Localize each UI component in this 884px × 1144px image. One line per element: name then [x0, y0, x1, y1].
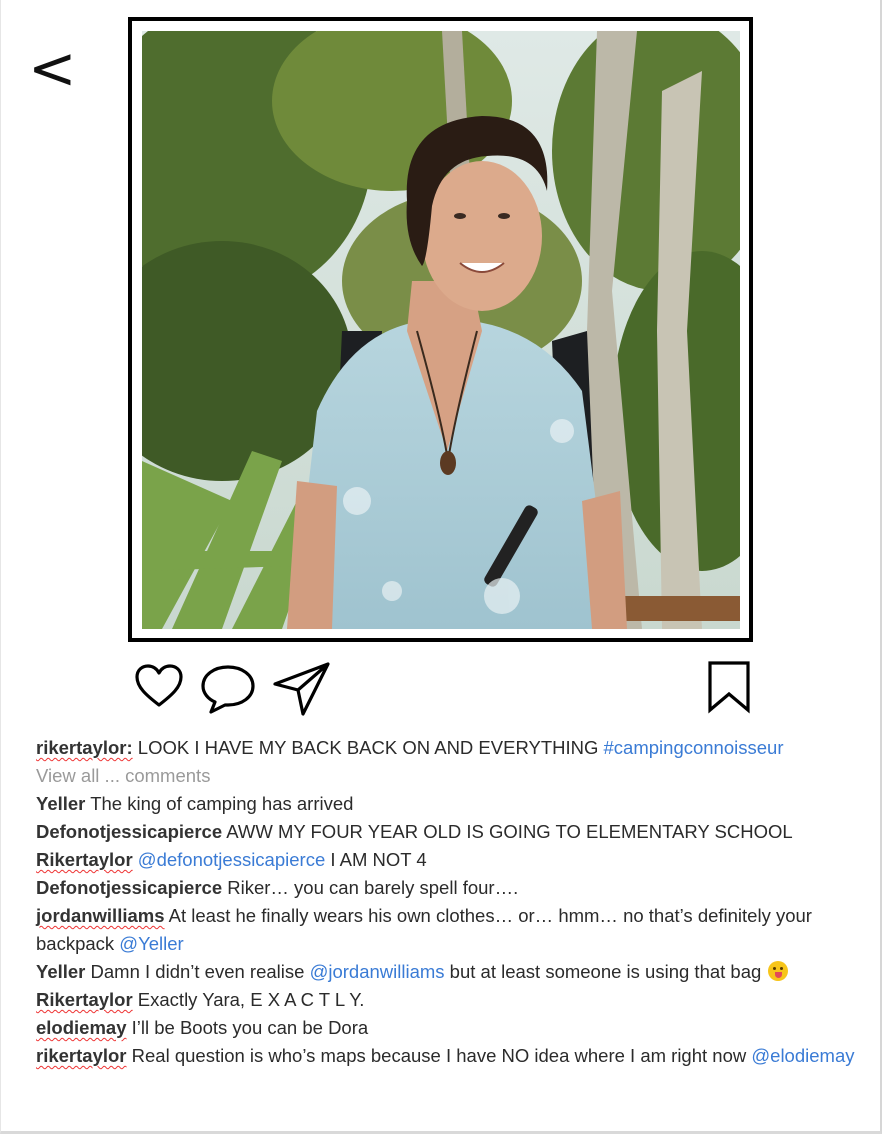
comment-mention[interactable]: @defonotjessicapierce	[138, 849, 325, 870]
comment-text: Riker… you can barely spell four….	[222, 877, 519, 898]
comment-username[interactable]: jordanwilliams	[36, 905, 165, 926]
post-caption: rikertaylor: LOOK I HAVE MY BACK BACK ON…	[36, 734, 871, 762]
heart-icon	[135, 664, 183, 707]
comment-mention[interactable]: @elodiemay	[751, 1045, 854, 1066]
comment-text: Damn I didn’t even realise	[85, 961, 310, 982]
comment-username[interactable]: Rikertaylor	[36, 989, 133, 1010]
comment-item: jordanwilliams At least he finally wears…	[36, 902, 871, 958]
like-button[interactable]	[134, 663, 184, 709]
post-photo-frame	[128, 17, 753, 642]
comment-username[interactable]: Yeller	[36, 793, 85, 814]
comment-item: Yeller The king of camping has arrived	[36, 790, 871, 818]
tongue-out-emoji-icon	[768, 961, 789, 981]
comment-item: Defonotjessicapierce Riker… you can bare…	[36, 874, 871, 902]
comment-button[interactable]	[199, 663, 257, 715]
comment-text: but at least someone is using that bag	[444, 961, 767, 982]
back-button[interactable]: <	[28, 38, 77, 98]
comment-bubble-icon	[201, 665, 255, 714]
view-all-comments-link[interactable]: View all ... comments	[36, 762, 871, 790]
comment-text: The king of camping has arrived	[85, 793, 354, 814]
bookmark-icon	[708, 661, 750, 714]
comment-username[interactable]: Defonotjessicapierce	[36, 877, 222, 898]
comment-item: Defonotjessicapierce AWW MY FOUR YEAR OL…	[36, 818, 871, 846]
post-caption-and-comments: rikertaylor: LOOK I HAVE MY BACK BACK ON…	[36, 734, 871, 1070]
caption-username[interactable]: rikertaylor:	[36, 737, 133, 758]
comment-username[interactable]: elodiemay	[36, 1017, 127, 1038]
comment-item: Rikertaylor Exactly Yara, E X A C T L Y.	[36, 986, 871, 1014]
save-button[interactable]	[705, 660, 753, 714]
comment-item: Rikertaylor @defonotjessicapierce I AM N…	[36, 846, 871, 874]
caption-hashtag[interactable]: #campingconnoisseur	[604, 737, 784, 758]
comment-username[interactable]: Yeller	[36, 961, 85, 982]
comment-username[interactable]: Defonotjessicapierce	[36, 821, 222, 842]
caption-text: LOOK I HAVE MY BACK BACK ON AND EVERYTHI…	[132, 737, 604, 758]
comment-item: Yeller Damn I didn’t even realise @jorda…	[36, 958, 871, 986]
comments-list: Yeller The king of camping has arrived De…	[36, 790, 871, 1070]
comment-mention[interactable]: @jordanwilliams	[310, 961, 445, 982]
post-action-bar	[0, 655, 884, 719]
comment-text: I AM NOT 4	[325, 849, 427, 870]
comment-text: I’ll be Boots you can be Dora	[126, 1017, 369, 1038]
post-photo-image	[142, 31, 740, 629]
comment-item: rikertaylor Real question is who’s maps …	[36, 1042, 871, 1070]
comment-username[interactable]: Rikertaylor	[36, 849, 133, 870]
comment-username[interactable]: rikertaylor	[36, 1045, 127, 1066]
comment-text: Real question is who’s maps because I ha…	[126, 1045, 752, 1066]
comment-text: AWW MY FOUR YEAR OLD IS GOING TO ELEMENT…	[222, 821, 793, 842]
comment-mention[interactable]: @Yeller	[119, 933, 183, 954]
share-button[interactable]	[272, 660, 332, 718]
paper-plane-icon	[273, 662, 330, 716]
comment-item: elodiemay I’ll be Boots you can be Dora	[36, 1014, 871, 1042]
comment-text: Exactly Yara, E X A C T L Y.	[132, 989, 365, 1010]
post-photo[interactable]	[142, 31, 740, 629]
